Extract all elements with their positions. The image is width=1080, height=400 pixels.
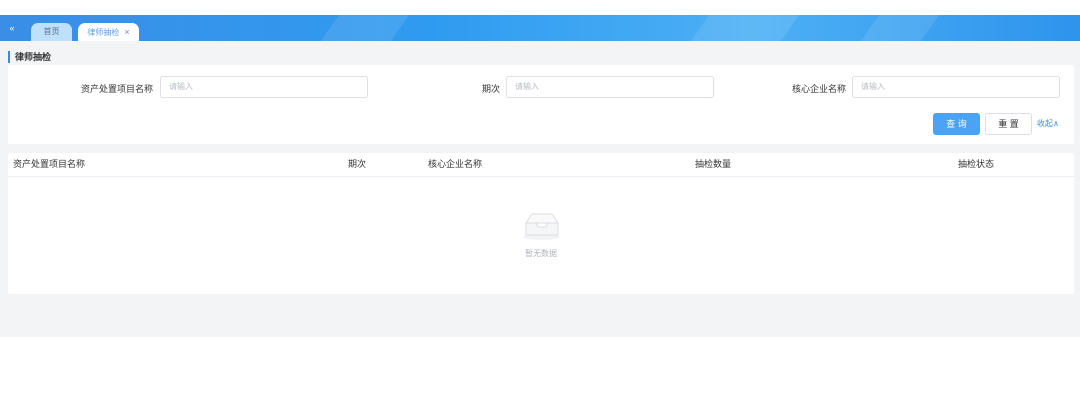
main-workspace: 律师抽检 资产处置项目名称 请输入 期次 请输入 核心企业名称 请输入 查 询 … xyxy=(0,41,1080,337)
column-period: 期次 xyxy=(348,159,367,169)
empty-box-icon xyxy=(523,213,561,240)
top-tab-bar: « 首页 律师抽检 × xyxy=(0,15,1080,41)
core-enterprise-label: 核心企业名称 xyxy=(791,84,846,94)
query-button[interactable]: 查 询 xyxy=(933,113,980,135)
column-inspection-count: 抽检数量 xyxy=(695,159,732,169)
core-enterprise-input[interactable]: 请输入 xyxy=(852,76,1060,98)
reset-button[interactable]: 重 置 xyxy=(985,113,1032,135)
tab-home[interactable]: 首页 xyxy=(31,23,72,41)
table-header: 资产处置项目名称 期次 核心企业名称 抽检数量 抽检状态 xyxy=(8,153,1074,177)
close-icon[interactable]: × xyxy=(124,27,129,37)
period-input[interactable]: 请输入 xyxy=(506,76,714,98)
page-title: 律师抽检 xyxy=(8,51,51,63)
period-label: 期次 xyxy=(481,84,500,94)
project-name-input[interactable]: 请输入 xyxy=(160,76,368,98)
tab-lawyer-inspection-label: 律师抽检 xyxy=(87,28,120,37)
column-core-enterprise: 核心企业名称 xyxy=(428,159,483,169)
empty-state-text: 暂无数据 xyxy=(525,249,557,258)
column-inspection-status: 抽检状态 xyxy=(958,159,995,169)
column-project-name: 资产处置项目名称 xyxy=(13,159,86,169)
tab-lawyer-inspection[interactable]: 律师抽检 × xyxy=(78,23,139,41)
collapse-menu-icon[interactable]: « xyxy=(5,23,19,33)
search-form: 资产处置项目名称 请输入 期次 请输入 核心企业名称 请输入 查 询 重 置 收… xyxy=(8,65,1074,144)
project-name-label: 资产处置项目名称 xyxy=(80,84,153,94)
collapse-filter-link[interactable]: 收起∧ xyxy=(1037,113,1059,135)
tab-home-label: 首页 xyxy=(43,27,60,36)
results-table: 资产处置项目名称 期次 核心企业名称 抽检数量 抽检状态 暂无数据 xyxy=(8,153,1074,294)
